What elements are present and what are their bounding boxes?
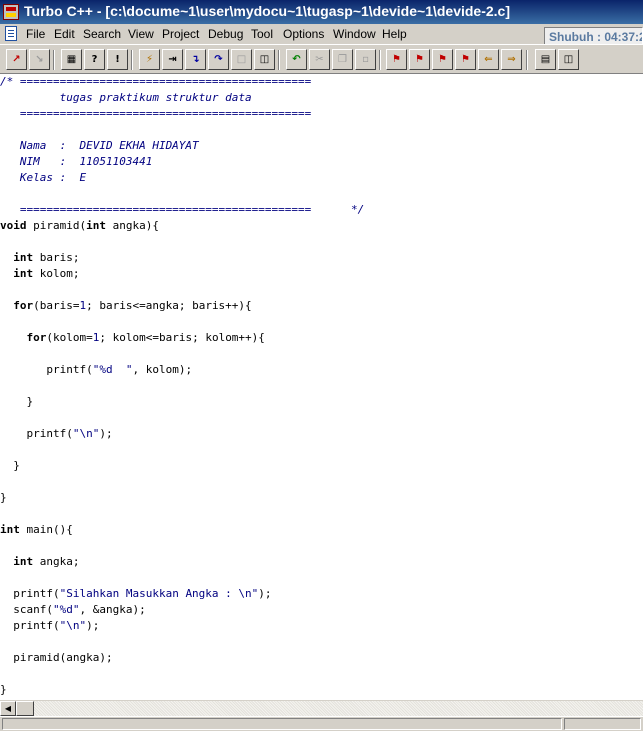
status-message-panel (2, 718, 562, 730)
cascade-windows-icon[interactable]: ◫ (558, 49, 579, 70)
go-forward-icon[interactable]: ⇒ (501, 49, 522, 70)
make-icon[interactable]: ? (84, 49, 105, 70)
run-icon[interactable]: ⚡ (139, 49, 160, 70)
code-line[interactable]: printf("\n"); (0, 426, 643, 442)
code-line[interactable]: printf("\n"); (0, 618, 643, 634)
code-line[interactable] (0, 666, 643, 682)
menu-project[interactable]: Project (162, 27, 199, 41)
status-info-panel (564, 718, 641, 730)
menu-debug[interactable]: Debug (208, 27, 243, 41)
compile-icon[interactable]: ▦ (61, 49, 82, 70)
code-line[interactable] (0, 570, 643, 586)
code-line[interactable]: int kolom; (0, 266, 643, 282)
replace-icon[interactable]: ⚑ (409, 49, 430, 70)
toolbar-separator (526, 50, 528, 70)
code-line[interactable] (0, 442, 643, 458)
go-back-icon[interactable]: ⇐ (478, 49, 499, 70)
build-all-icon[interactable]: ! (107, 49, 128, 70)
code-line[interactable] (0, 378, 643, 394)
step-over-icon[interactable]: ⇥ (162, 49, 183, 70)
window-title: Turbo C++ - [c:\docume~1\user\mydocu~1\t… (24, 3, 511, 19)
code-line[interactable] (0, 538, 643, 554)
code-line[interactable]: void piramid(int angka){ (0, 218, 643, 234)
code-line[interactable]: } (0, 458, 643, 474)
menu-edit[interactable]: Edit (54, 27, 75, 41)
code-line[interactable]: for(kolom=1; kolom<=baris; kolom++){ (0, 330, 643, 346)
menu-search[interactable]: Search (83, 27, 121, 41)
toolbar-separator (53, 50, 55, 70)
code-line[interactable]: Nama : DEVID EKHA HIDAYAT (0, 138, 643, 154)
save-file-icon[interactable]: ↘ (29, 49, 50, 70)
code-line[interactable]: scanf("%d", &angka); (0, 602, 643, 618)
menu-bar: File Edit Search View Project Debug Tool… (0, 24, 643, 47)
code-line[interactable] (0, 314, 643, 330)
search-icon[interactable]: ⚑ (432, 49, 453, 70)
title-bar: Turbo C++ - [c:\docume~1\user\mydocu~1\t… (0, 0, 643, 24)
code-line[interactable] (0, 234, 643, 250)
code-line[interactable] (0, 346, 643, 362)
code-line[interactable]: for(baris=1; baris<=angka; baris++){ (0, 298, 643, 314)
code-line[interactable]: ========================================… (0, 106, 643, 122)
toolbar-separator (379, 50, 381, 70)
code-line[interactable]: int baris; (0, 250, 643, 266)
code-line[interactable]: piramid(angka); (0, 650, 643, 666)
code-line[interactable]: } (0, 490, 643, 506)
code-line[interactable]: int main(){ (0, 522, 643, 538)
code-line[interactable] (0, 474, 643, 490)
toolbar-separator (131, 50, 133, 70)
undo-icon[interactable]: ↶ (286, 49, 307, 70)
scroll-left-arrow-icon[interactable]: ◀ (0, 701, 16, 716)
code-line[interactable] (0, 634, 643, 650)
code-line[interactable] (0, 506, 643, 522)
menu-window[interactable]: Window (333, 27, 376, 41)
horizontal-scrollbar[interactable]: ◀ (0, 700, 643, 716)
code-editor[interactable]: /* =====================================… (0, 74, 643, 700)
toggle-breakpoint-icon[interactable]: ⚑ (386, 49, 407, 70)
code-line[interactable]: ========================================… (0, 202, 643, 218)
paste-icon[interactable]: ▫ (355, 49, 376, 70)
go-to-cursor-icon[interactable]: ↷ (208, 49, 229, 70)
code-line[interactable]: /* =====================================… (0, 74, 643, 90)
code-line[interactable] (0, 282, 643, 298)
code-line[interactable]: printf("Silahkan Masukkan Angka : \n"); (0, 586, 643, 602)
toolbar-separator (278, 50, 280, 70)
menu-options[interactable]: Options (283, 27, 324, 41)
scrollbar-track[interactable] (34, 701, 643, 716)
code-line[interactable]: } (0, 394, 643, 410)
code-line[interactable] (0, 122, 643, 138)
code-line[interactable]: } (0, 682, 643, 698)
code-line[interactable]: NIM : 11051103441 (0, 154, 643, 170)
cut-icon[interactable]: ✂ (309, 49, 330, 70)
code-line[interactable] (0, 186, 643, 202)
menu-view[interactable]: View (128, 27, 154, 41)
turbo-cpp-app-icon[interactable] (3, 4, 19, 20)
code-line[interactable]: tugas praktikum struktur data (0, 90, 643, 106)
source-code[interactable]: /* =====================================… (0, 74, 643, 698)
open-file-icon[interactable]: ↗ (6, 49, 27, 70)
code-line[interactable] (0, 410, 643, 426)
toolbar: ↗ ↘ ▦ ? ! ⚡ ⇥ ↴ ↷ □ ◫ ↶ ✂ ❐ ▫ ⚑ ⚑ ⚑ ⚑ ⇐ … (0, 44, 643, 74)
code-line[interactable]: Kelas : E (0, 170, 643, 186)
code-line[interactable]: int angka; (0, 554, 643, 570)
copy-icon[interactable]: ❐ (332, 49, 353, 70)
search-again-icon[interactable]: ⚑ (455, 49, 476, 70)
menu-file[interactable]: File (26, 27, 45, 41)
watch-icon[interactable]: ◫ (254, 49, 275, 70)
trace-into-icon[interactable]: ↴ (185, 49, 206, 70)
menu-tool[interactable]: Tool (251, 27, 273, 41)
tile-windows-icon[interactable]: ▤ (535, 49, 556, 70)
menu-help[interactable]: Help (382, 27, 407, 41)
document-icon[interactable] (5, 26, 17, 41)
evaluate-icon[interactable]: □ (231, 49, 252, 70)
scrollbar-thumb[interactable] (16, 701, 34, 716)
code-line[interactable]: printf("%d ", kolom); (0, 362, 643, 378)
status-bar (0, 716, 643, 731)
